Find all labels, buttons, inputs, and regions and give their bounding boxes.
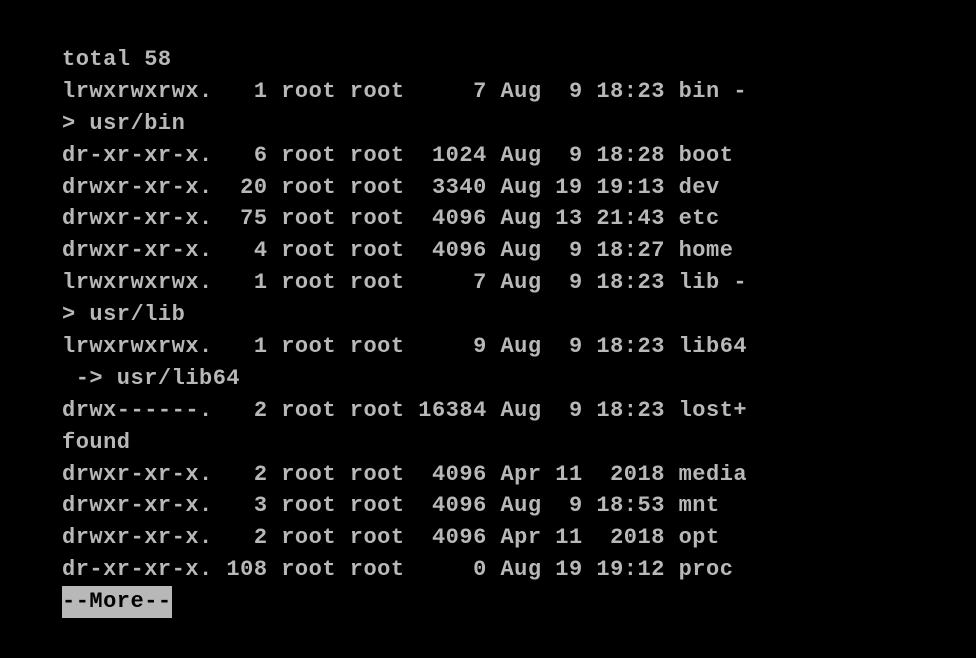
more-prompt[interactable]: --More--: [62, 586, 172, 618]
terminal-output: total 58 lrwxrwxrwx. 1 root root 7 Aug 9…: [62, 44, 976, 586]
